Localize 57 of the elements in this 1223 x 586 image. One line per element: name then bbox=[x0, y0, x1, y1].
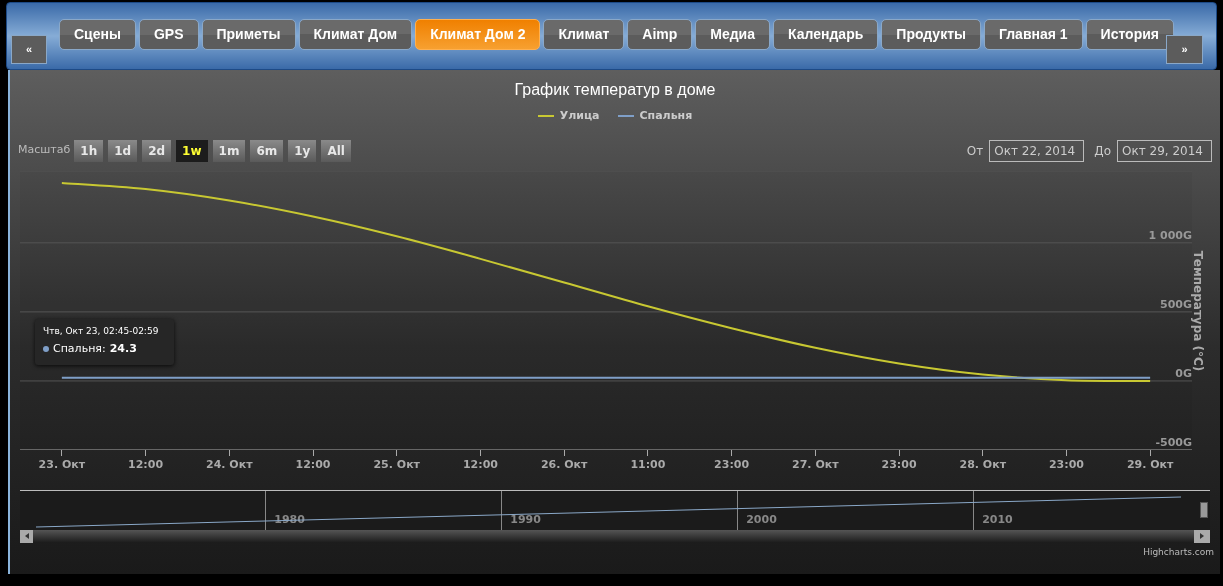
x-tick-label: 12:00 bbox=[128, 456, 164, 473]
navigator-label: 2010 bbox=[982, 512, 1013, 528]
chart-title: График температур в доме bbox=[514, 80, 716, 100]
range-button[interactable]: 1d bbox=[108, 139, 138, 162]
series-name: Спальня: bbox=[53, 341, 106, 357]
x-tick-label: 12:00 bbox=[295, 456, 331, 473]
tab[interactable]: Сцены bbox=[59, 19, 136, 50]
tab[interactable]: Aimp bbox=[627, 19, 693, 50]
x-tick-label: 12:00 bbox=[462, 456, 498, 473]
navigator-label: 2000 bbox=[746, 512, 777, 528]
credit-link[interactable]: Highcharts.com bbox=[1143, 545, 1214, 559]
range-button[interactable]: 1w bbox=[176, 139, 208, 162]
range-button[interactable]: 1m bbox=[212, 139, 246, 162]
tooltip-header: Чтв, Окт 23, 02:45-02:59 bbox=[43, 324, 160, 338]
tooltip-value: 24.3 bbox=[109, 341, 137, 357]
tab[interactable]: Климат Дом bbox=[298, 19, 413, 50]
x-tick-label: 23. Окт bbox=[38, 456, 86, 473]
tab[interactable]: Главная 1 bbox=[983, 19, 1083, 50]
x-tick-label: 25. Окт bbox=[373, 456, 420, 473]
to-label: До bbox=[1094, 142, 1111, 160]
range-button[interactable]: 6m bbox=[250, 139, 284, 162]
navigator-handle[interactable] bbox=[1200, 501, 1208, 518]
x-tick-label: 26. Окт bbox=[540, 456, 588, 473]
y-tick-label: 0G bbox=[1175, 366, 1192, 380]
tab[interactable]: Календарь bbox=[773, 19, 879, 50]
from-date-field[interactable]: Окт 22, 2014 bbox=[989, 139, 1085, 162]
x-tick-label: 24. Окт bbox=[206, 456, 253, 473]
range-button[interactable]: 2d bbox=[142, 139, 172, 162]
scroll-left-button[interactable]: « bbox=[11, 35, 47, 64]
y-tick-label: -500G bbox=[1155, 435, 1192, 449]
tab[interactable]: Приметы bbox=[201, 19, 296, 50]
x-tick-label: 23:00 bbox=[1048, 456, 1084, 473]
tab[interactable]: GPS bbox=[138, 19, 199, 50]
tab[interactable]: Медиа bbox=[695, 19, 770, 50]
x-tick-label: 27. Окт bbox=[792, 456, 839, 473]
y-axis-title: Температура (°C) bbox=[1191, 250, 1206, 371]
x-tick-label: 29. Окт bbox=[1126, 456, 1174, 473]
tab[interactable]: Продукты bbox=[881, 19, 981, 50]
navigator-line-icon bbox=[36, 495, 1181, 528]
zoom-label: Масштаб bbox=[18, 142, 71, 159]
range-button[interactable]: 1y bbox=[288, 139, 317, 162]
x-tick-label: 23:00 bbox=[714, 456, 750, 473]
x-tick-label: 11:00 bbox=[630, 456, 666, 473]
range-button[interactable]: All bbox=[321, 139, 351, 162]
x-tick-label: 23:00 bbox=[881, 456, 917, 473]
range-button[interactable]: 1h bbox=[74, 139, 104, 162]
x-tick-label: 28. Окт bbox=[959, 456, 1006, 473]
scroll-right-button[interactable]: » bbox=[1166, 35, 1203, 64]
y-tick-label: 1 000G bbox=[1148, 228, 1192, 242]
to-date-field[interactable]: Окт 29, 2014 bbox=[1117, 139, 1212, 162]
tab[interactable]: Климат bbox=[543, 19, 625, 50]
y-tick-label: 500G bbox=[1160, 297, 1192, 311]
from-label: От bbox=[966, 142, 984, 160]
legend-item[interactable]: Улица bbox=[537, 108, 600, 125]
legend-item[interactable]: Спальня bbox=[617, 108, 693, 125]
navigator-label: 1990 bbox=[510, 512, 541, 528]
tab[interactable]: История bbox=[1085, 19, 1174, 50]
